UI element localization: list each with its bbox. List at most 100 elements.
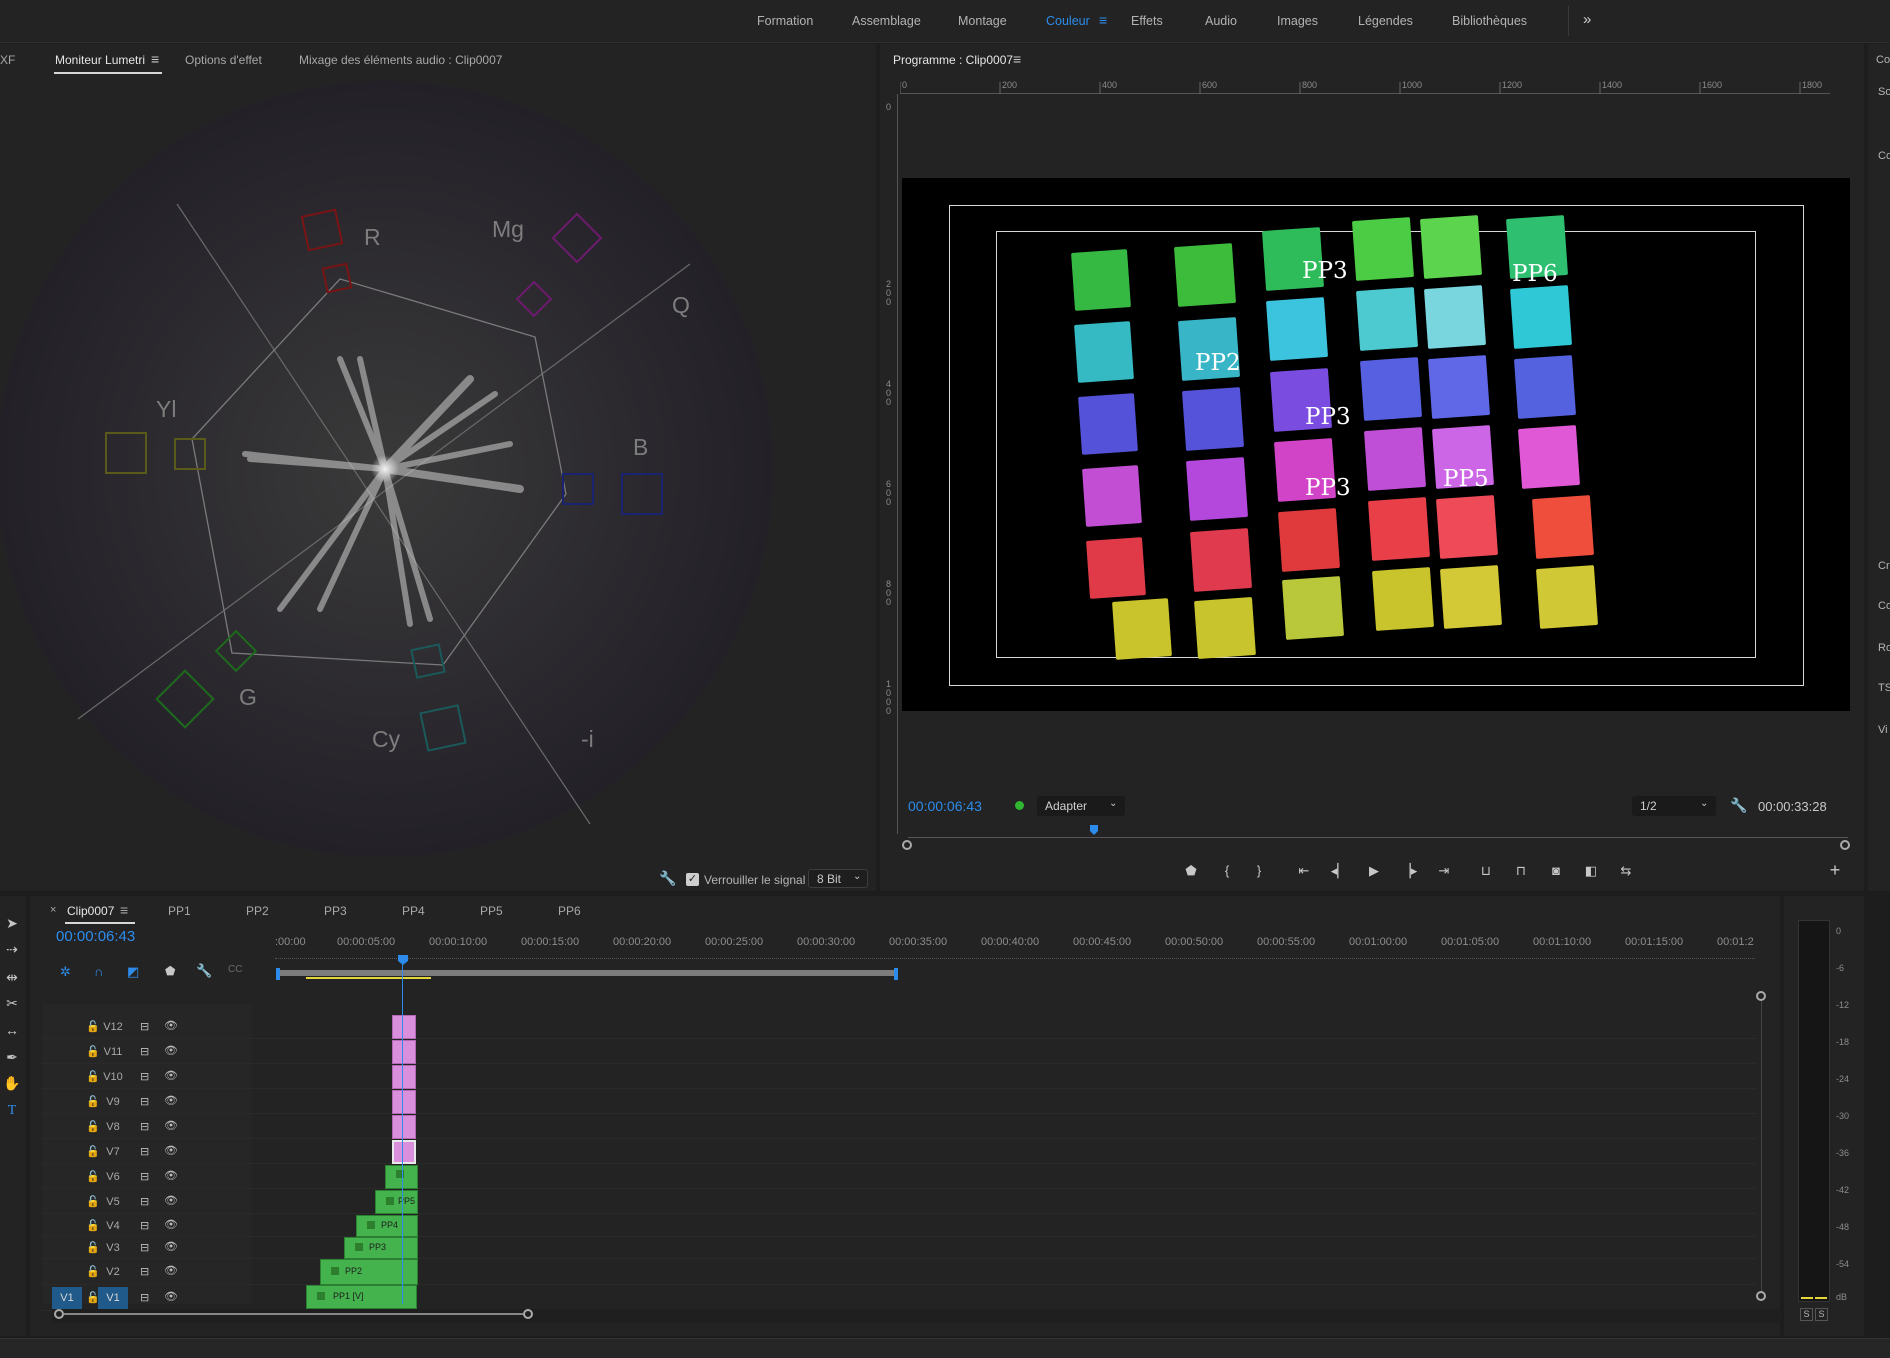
- workspace-legendes[interactable]: Légendes: [1358, 14, 1413, 28]
- sync-lock-icon[interactable]: ⊟: [140, 1120, 149, 1133]
- sync-lock-icon[interactable]: ⊟: [140, 1145, 149, 1158]
- solo-left-button[interactable]: S: [1800, 1308, 1813, 1321]
- work-area-end[interactable]: [894, 968, 898, 980]
- eye-icon[interactable]: 👁: [164, 1019, 178, 1032]
- eye-icon[interactable]: 👁: [164, 1290, 178, 1303]
- eye-icon[interactable]: 👁: [164, 1218, 178, 1231]
- scroll-thumb[interactable]: [64, 1313, 523, 1315]
- scroll-handle-left[interactable]: [54, 1309, 64, 1319]
- tab-sequence[interactable]: Clip0007: [67, 904, 114, 918]
- workspace-couleur[interactable]: Couleur: [1046, 14, 1090, 28]
- workspace-formation[interactable]: Formation: [757, 14, 813, 28]
- workspace-images[interactable]: Images: [1277, 14, 1318, 28]
- type-tool-icon[interactable]: T: [3, 1102, 21, 1120]
- sync-lock-icon[interactable]: ⊟: [140, 1241, 149, 1254]
- fit-select[interactable]: Adapter ⌄: [1037, 796, 1125, 816]
- vertical-scrollbar[interactable]: [1761, 1001, 1762, 1291]
- tab-pp6[interactable]: PP6: [558, 904, 581, 918]
- sync-lock-icon[interactable]: ⊟: [140, 1265, 149, 1278]
- mark-in-icon[interactable]: {: [1218, 862, 1236, 880]
- razor-tool-icon[interactable]: ✂: [3, 994, 21, 1012]
- captions-icon[interactable]: CC: [228, 964, 242, 975]
- eye-icon[interactable]: 👁: [164, 1119, 178, 1132]
- nest-icon[interactable]: ✲: [60, 964, 71, 980]
- panel-menu-icon[interactable]: ≡: [151, 51, 159, 67]
- eye-icon[interactable]: 👁: [164, 1144, 178, 1157]
- add-button-icon[interactable]: +: [1826, 861, 1844, 879]
- tab-xf[interactable]: XF: [0, 53, 15, 67]
- eye-icon[interactable]: 👁: [164, 1094, 178, 1107]
- workspace-menu-icon[interactable]: ≡: [1099, 12, 1107, 28]
- camera-icon[interactable]: ◙: [1547, 862, 1565, 880]
- tab-pp1[interactable]: PP1: [168, 904, 191, 918]
- add-marker-icon[interactable]: ⬟: [1182, 862, 1200, 880]
- sequence-menu-icon[interactable]: ≡: [120, 902, 128, 918]
- sync-lock-icon[interactable]: ⊟: [140, 1170, 149, 1183]
- sync-lock-icon[interactable]: ⊟: [140, 1291, 149, 1304]
- track-select-tool-icon[interactable]: ⇢: [3, 940, 21, 958]
- program-title[interactable]: Programme : Clip0007: [893, 53, 1013, 67]
- add-marker-icon[interactable]: ⬟: [165, 964, 175, 978]
- clip-v5[interactable]: PP5: [375, 1190, 418, 1214]
- tab-lumetri-monitor[interactable]: Moniteur Lumetri: [55, 53, 145, 67]
- sync-lock-icon[interactable]: ⊟: [140, 1219, 149, 1232]
- source-patch-v1[interactable]: V1: [52, 1287, 82, 1309]
- wrench-icon[interactable]: 🔧: [1730, 797, 1747, 814]
- step-back-icon[interactable]: ◂▏: [1330, 862, 1348, 880]
- clip-v9[interactable]: [392, 1090, 416, 1114]
- hand-tool-icon[interactable]: ✋: [3, 1074, 21, 1092]
- lock-signal-checkbox[interactable]: ✓: [686, 873, 699, 886]
- scroll-handle-right[interactable]: [523, 1309, 533, 1319]
- track-target-v1[interactable]: V1: [98, 1287, 128, 1309]
- eye-icon[interactable]: 👁: [164, 1044, 178, 1057]
- wrench-icon[interactable]: 🔧: [659, 870, 676, 887]
- clip-v11[interactable]: [392, 1040, 416, 1064]
- work-area-bar[interactable]: [278, 970, 898, 976]
- program-menu-icon[interactable]: ≡: [1013, 51, 1021, 67]
- selection-tool-icon[interactable]: ➤: [3, 914, 21, 932]
- tab-pp4[interactable]: PP4: [402, 904, 425, 918]
- wrench-icon[interactable]: 🔧: [196, 963, 212, 979]
- ripple-edit-tool-icon[interactable]: ⇹: [3, 968, 21, 986]
- tab-pp5[interactable]: PP5: [480, 904, 503, 918]
- resolution-select[interactable]: 1/2 ⌄: [1632, 796, 1716, 816]
- workspace-overflow-icon[interactable]: »: [1583, 11, 1591, 28]
- clip-v2[interactable]: PP2: [320, 1259, 418, 1285]
- lift-icon[interactable]: ⊔: [1477, 862, 1495, 880]
- zoom-handle-right[interactable]: [1840, 840, 1850, 850]
- tab-audio-mixer[interactable]: Mixage des éléments audio : Clip0007: [299, 53, 502, 67]
- sync-lock-icon[interactable]: ⊟: [140, 1020, 149, 1033]
- eye-icon[interactable]: 👁: [164, 1240, 178, 1253]
- tab-pp3[interactable]: PP3: [324, 904, 347, 918]
- work-area-start[interactable]: [276, 968, 280, 980]
- time-ruler[interactable]: :00:00 00:00:05:00 00:00:10:00 00:00:15:…: [275, 936, 1780, 966]
- mark-out-icon[interactable]: }: [1250, 862, 1268, 880]
- eye-icon[interactable]: 👁: [164, 1069, 178, 1082]
- clip-v3[interactable]: PP3: [344, 1237, 418, 1259]
- go-to-out-icon[interactable]: ⇥: [1435, 862, 1453, 880]
- pen-tool-icon[interactable]: ✒: [3, 1048, 21, 1066]
- timeline-timecode[interactable]: 00:00:06:43: [56, 928, 135, 945]
- program-scrubber[interactable]: [908, 828, 1848, 838]
- solo-right-button[interactable]: S: [1815, 1308, 1828, 1321]
- tab-effect-options[interactable]: Options d'effet: [185, 53, 262, 67]
- workspace-assemblage[interactable]: Assemblage: [852, 14, 921, 28]
- clip-v1[interactable]: PP1 [V]: [306, 1285, 417, 1309]
- workspace-audio[interactable]: Audio: [1205, 14, 1237, 28]
- slip-tool-icon[interactable]: ↔: [3, 1021, 21, 1039]
- sync-lock-icon[interactable]: ⊟: [140, 1045, 149, 1058]
- clip-v8[interactable]: [392, 1115, 416, 1139]
- extract-icon[interactable]: ⊓: [1512, 862, 1530, 880]
- clip-v4[interactable]: PP4: [356, 1215, 418, 1237]
- play-icon[interactable]: ▶: [1365, 862, 1383, 880]
- vertical-zoom-handle[interactable]: [1756, 991, 1766, 1001]
- program-timecode[interactable]: 00:00:06:43: [908, 798, 982, 814]
- vertical-zoom-handle[interactable]: [1756, 1291, 1766, 1301]
- bit-depth-select[interactable]: 8 Bit ⌄: [808, 869, 868, 888]
- workspace-effets[interactable]: Effets: [1131, 14, 1163, 28]
- tab-pp2[interactable]: PP2: [246, 904, 269, 918]
- sync-lock-icon[interactable]: ⊟: [140, 1095, 149, 1108]
- zoom-handle-left[interactable]: [902, 840, 912, 850]
- eye-icon[interactable]: 👁: [164, 1169, 178, 1182]
- clip-v12[interactable]: [392, 1015, 416, 1039]
